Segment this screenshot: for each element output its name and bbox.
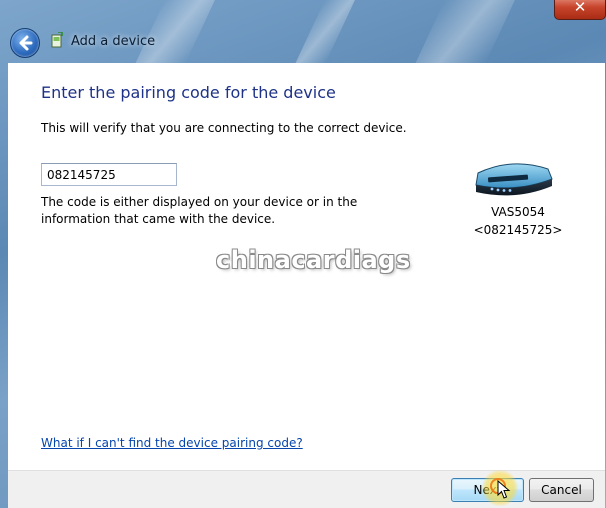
mouse-pointer-icon <box>497 480 511 499</box>
device-name: VAS5054 <box>491 205 545 219</box>
pairing-code-hint: The code is either displayed on your dev… <box>41 195 358 226</box>
pairing-code-help-link[interactable]: What if I can't find the device pairing … <box>41 436 303 450</box>
device-code: <082145725> <box>473 223 563 237</box>
add-device-icon <box>51 32 63 48</box>
close-button[interactable]: ✕ <box>554 0 606 20</box>
title-bar: ✕ Add a device <box>0 0 606 64</box>
page-heading: Enter the pairing code for the device <box>41 83 336 102</box>
watermark: chinacardiags <box>216 246 411 274</box>
back-arrow-icon <box>19 35 33 51</box>
pairing-code-input[interactable] <box>41 163 177 186</box>
back-button[interactable] <box>10 28 40 58</box>
window-title: Add a device <box>71 34 156 49</box>
page-description: This will verify that you are connecting… <box>41 121 407 135</box>
cancel-button[interactable]: Cancel <box>529 478 594 502</box>
device-icon <box>475 163 553 196</box>
content-area: Enter the pairing code for the device Th… <box>8 63 605 470</box>
close-icon: ✕ <box>573 0 587 16</box>
